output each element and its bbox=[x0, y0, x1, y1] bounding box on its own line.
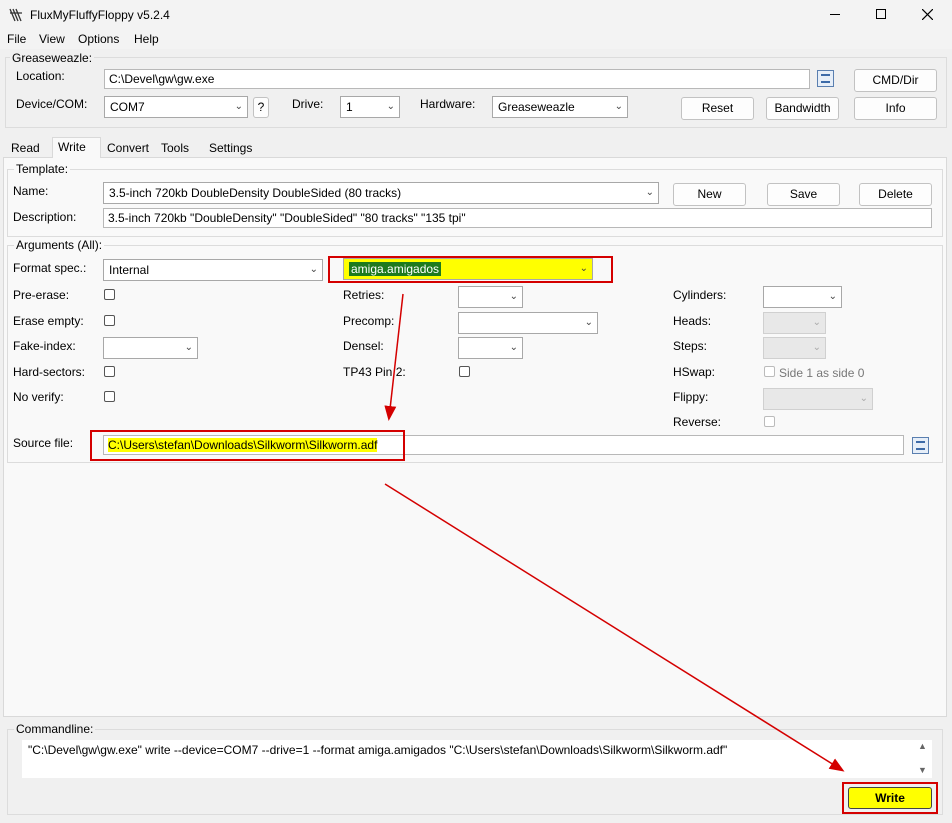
annotation-arrow-source-to-write bbox=[384, 483, 845, 772]
annotation-arrow-format-to-source bbox=[384, 293, 404, 421]
annotation-arrows bbox=[384, 293, 845, 772]
